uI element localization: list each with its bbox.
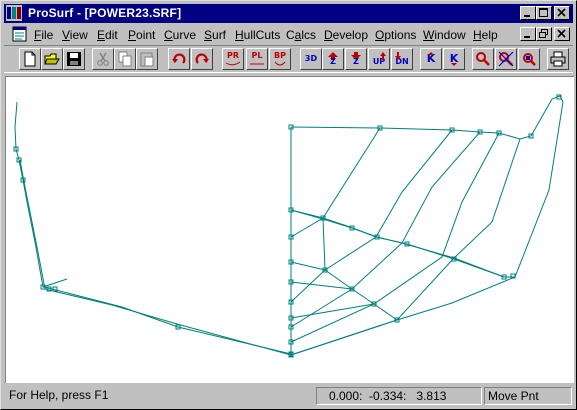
window-title: ProSurf - [POWER23.SRF] bbox=[28, 6, 182, 20]
doc-restore-button[interactable] bbox=[536, 27, 552, 41]
title-bar[interactable]: ProSurf - [POWER23.SRF] bbox=[4, 4, 573, 23]
pan-down-button[interactable]: DN bbox=[391, 48, 413, 70]
hull-curve-left-inner[interactable] bbox=[19, 159, 46, 290]
knuckle-up-button[interactable]: K bbox=[420, 48, 442, 70]
menu-point[interactable]: Point bbox=[128, 28, 155, 42]
menu-curve[interactable]: Curve bbox=[164, 28, 196, 42]
redo-arrow-icon bbox=[195, 53, 209, 64]
status-mode: Move Pnt bbox=[484, 387, 572, 405]
body-plan-view-button[interactable]: BP bbox=[269, 48, 291, 70]
unmagnify-button[interactable] bbox=[495, 48, 517, 70]
station-curve[interactable] bbox=[290, 132, 500, 343]
station-curve[interactable] bbox=[290, 138, 521, 356]
hull-drawing[interactable] bbox=[6, 77, 575, 384]
clipboard-icon bbox=[140, 52, 154, 67]
hull-profile-icon bbox=[225, 61, 241, 66]
menu-hullcuts[interactable]: HullCuts bbox=[235, 28, 280, 42]
prosurf-app-icon[interactable] bbox=[6, 5, 22, 21]
undo-button[interactable] bbox=[168, 48, 190, 70]
paste-button[interactable] bbox=[136, 48, 158, 70]
close-icon bbox=[557, 8, 566, 17]
station-curve[interactable] bbox=[290, 261, 326, 271]
floppy-disk-icon bbox=[67, 52, 81, 66]
close-icon bbox=[557, 29, 566, 38]
toolbar: PR PL BP 3D Z Z UP DN K K bbox=[4, 45, 573, 73]
menu-develop[interactable]: Develop bbox=[324, 28, 368, 42]
open-folder-icon bbox=[44, 53, 60, 65]
station-curve[interactable] bbox=[290, 127, 381, 238]
hull-curve-left[interactable] bbox=[14, 101, 292, 355]
3d-view-button[interactable]: 3D bbox=[300, 48, 322, 70]
magnifier-cross-icon bbox=[498, 51, 514, 67]
menu-calcs[interactable]: Calcs bbox=[286, 28, 316, 42]
status-help-text: For Help, press F1 bbox=[9, 388, 109, 402]
status-coordinates: 0.000: -0.334: 3.813 bbox=[316, 387, 482, 405]
minimize-icon bbox=[524, 15, 530, 17]
menu-file[interactable]: File bbox=[34, 28, 53, 42]
plan-view-button[interactable]: PL bbox=[246, 48, 268, 70]
drawing-canvas[interactable] bbox=[5, 76, 574, 383]
menu-bar: File View Edit Point Curve Surf HullCuts… bbox=[4, 24, 573, 44]
3d-view-label: 3D bbox=[304, 54, 318, 63]
hull-bottom-right[interactable] bbox=[290, 276, 516, 356]
cut-button[interactable] bbox=[92, 48, 114, 70]
new-file-icon bbox=[24, 51, 36, 67]
maximize-button[interactable] bbox=[536, 6, 552, 20]
print-button[interactable] bbox=[547, 48, 569, 70]
menu-options[interactable]: Options bbox=[375, 28, 416, 42]
zoom-fit-button[interactable] bbox=[518, 48, 540, 70]
doc-close-button[interactable] bbox=[554, 27, 570, 41]
app-window: ProSurf - [POWER23.SRF] File View Edit P… bbox=[0, 0, 577, 410]
station-curve[interactable] bbox=[322, 217, 398, 321]
menu-edit[interactable]: Edit bbox=[97, 28, 118, 42]
redo-button[interactable] bbox=[191, 48, 213, 70]
small-down-arrow-icon bbox=[451, 63, 457, 66]
down-arrow-icon bbox=[395, 52, 401, 60]
pan-up-button[interactable]: UP bbox=[368, 48, 390, 70]
menu-surf[interactable]: Surf bbox=[204, 28, 226, 42]
undo-arrow-icon bbox=[172, 53, 186, 64]
scissors-icon bbox=[97, 52, 109, 66]
zoom-out-label: Z bbox=[353, 57, 359, 66]
restore-icon bbox=[539, 29, 548, 38]
magnifier-fit-icon bbox=[523, 53, 536, 66]
hull-plan-icon bbox=[250, 63, 264, 65]
printer-icon bbox=[550, 51, 566, 67]
knuckle-down-button[interactable]: K bbox=[443, 48, 465, 70]
menu-view[interactable]: View bbox=[62, 28, 88, 42]
hull-section-icon bbox=[274, 61, 286, 66]
hull-curve-left-tick[interactable] bbox=[42, 278, 68, 288]
magnifier-icon bbox=[476, 52, 490, 66]
menu-window[interactable]: Window bbox=[423, 28, 466, 42]
maximize-icon bbox=[539, 8, 548, 17]
doc-minimize-button[interactable] bbox=[520, 27, 536, 41]
copy-button[interactable] bbox=[114, 48, 136, 70]
new-file-button[interactable] bbox=[19, 48, 41, 70]
open-file-button[interactable] bbox=[41, 48, 63, 70]
zoom-out-button[interactable]: Z bbox=[345, 48, 367, 70]
minimize-icon bbox=[524, 36, 530, 38]
zoom-in-button[interactable]: Z bbox=[322, 48, 344, 70]
document-icon[interactable] bbox=[12, 26, 28, 42]
minimize-button[interactable] bbox=[520, 6, 536, 20]
station-curve[interactable] bbox=[290, 303, 375, 319]
zoom-in-label: Z bbox=[330, 57, 336, 66]
close-button[interactable] bbox=[554, 6, 570, 20]
status-bar: For Help, press F1 0.000: -0.334: 3.813 … bbox=[4, 386, 573, 407]
save-file-button[interactable] bbox=[63, 48, 85, 70]
hull-curve-bottom[interactable] bbox=[44, 288, 292, 356]
magnify-button[interactable] bbox=[472, 48, 494, 70]
up-arrow-icon bbox=[380, 52, 386, 60]
profile-view-button[interactable]: PR bbox=[222, 48, 244, 70]
copy-icon bbox=[118, 51, 132, 67]
small-up-arrow-icon bbox=[428, 52, 434, 55]
menu-help[interactable]: Help bbox=[473, 28, 498, 42]
